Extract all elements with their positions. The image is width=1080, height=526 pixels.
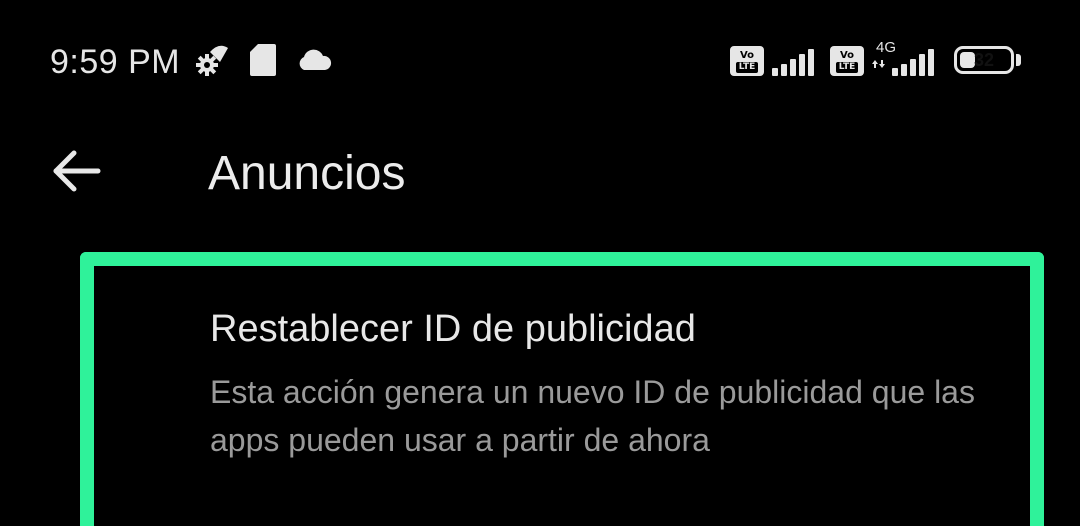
battery-tip <box>1016 54 1021 66</box>
setting-title: Restablecer ID de publicidad <box>210 308 696 350</box>
arrow-left-icon <box>53 150 101 192</box>
battery-percent: 32 <box>973 50 995 70</box>
back-button[interactable] <box>44 140 110 206</box>
volte-icon: Vo LTE <box>830 46 864 76</box>
setting-summary: Esta acción genera un nuevo ID de public… <box>210 374 975 458</box>
wifi-icon <box>210 45 228 62</box>
volte-icon: Vo LTE <box>730 46 764 76</box>
status-bar: 9:59 PM Vo LTE Vo LTE 4G 32 <box>0 0 1080 120</box>
signal-icon <box>872 49 934 76</box>
battery-icon: 32 <box>954 46 1014 74</box>
sd-card-icon <box>250 44 276 76</box>
signal-icon <box>772 49 814 76</box>
status-time: 9:59 PM <box>50 43 181 81</box>
cloud-icon <box>299 49 332 70</box>
reset-advertising-id-item[interactable]: Restablecer ID de publicidad Esta acción… <box>80 252 1044 526</box>
page-title: Anuncios <box>208 147 406 200</box>
